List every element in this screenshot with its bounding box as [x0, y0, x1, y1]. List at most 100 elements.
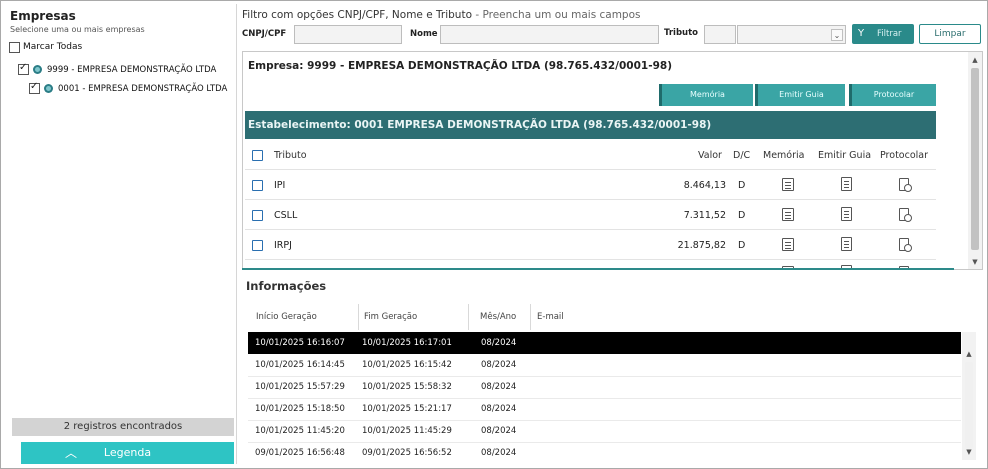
nome-input[interactable] [440, 25, 659, 44]
company-scrollbar[interactable]: ▲ ▼ [968, 52, 982, 269]
row-divider [245, 229, 936, 230]
table-row[interactable]: 10/01/2025 15:57:29 10/01/2025 15:58:32 … [248, 376, 961, 398]
row-inicio: 09/01/2025 16:56:48 [255, 448, 345, 458]
table-row[interactable]: 10/01/2025 16:16:07 10/01/2025 16:17:01 … [248, 332, 961, 354]
records-count: 2 registros encontrados [12, 418, 234, 436]
tributo-checkbox-ipi[interactable] [252, 180, 263, 191]
row-fim: 10/01/2025 15:21:17 [362, 404, 452, 414]
tributo-name: IRPJ [274, 240, 292, 251]
row-fim: 09/01/2025 16:56:52 [362, 448, 452, 458]
info-title: Informações [246, 279, 327, 293]
legend-button-label: Legenda [103, 446, 152, 459]
scroll-down-icon[interactable]: ▼ [968, 256, 982, 268]
scroll-down-icon[interactable]: ▼ [962, 446, 976, 458]
table-row[interactable]: 09/01/2025 16:56:48 09/01/2025 16:56:52 … [248, 442, 961, 464]
row-inicio: 10/01/2025 15:18:50 [255, 404, 345, 414]
col-mes: Mês/Ano [480, 312, 517, 322]
row-mes: 08/2024 [481, 338, 517, 348]
row-fim: 10/01/2025 11:45:29 [362, 426, 452, 436]
scroll-thumb[interactable] [971, 68, 979, 250]
tributo-checkbox-irpj[interactable] [252, 240, 263, 251]
scroll-thumb[interactable] [965, 362, 973, 448]
select-all-checkbox[interactable] [9, 42, 20, 53]
tributo-dc: D [738, 210, 746, 221]
col-separator[interactable] [530, 304, 531, 330]
row-mes: 08/2024 [481, 382, 517, 392]
col-separator[interactable] [468, 304, 469, 330]
company-panel: Empresa: 9999 - EMPRESA DEMONSTRAÇÃO LTD… [242, 51, 983, 270]
row-divider [245, 169, 936, 170]
scroll-up-icon[interactable]: ▲ [962, 348, 976, 360]
tree-item-branch[interactable]: 0001 - EMPRESA DEMONSTRAÇÃO LTDA [58, 84, 227, 94]
protocolar-icon[interactable] [899, 238, 912, 252]
col-emitir-guia: Emitir Guia [818, 150, 872, 161]
nome-label: Nome [410, 29, 438, 39]
info-scrollbar[interactable]: ▲ ▼ [962, 332, 976, 460]
table-row[interactable]: 10/01/2025 11:45:20 10/01/2025 11:45:29 … [248, 420, 961, 442]
clear-button[interactable]: Limpar [919, 24, 981, 44]
table-row[interactable]: 10/01/2025 16:14:45 10/01/2025 16:15:42 … [248, 354, 961, 376]
tributo-valor: 21.875,82 [677, 240, 726, 251]
protocolar-icon[interactable] [899, 208, 912, 222]
row-fim: 10/01/2025 15:58:32 [362, 382, 452, 392]
row-divider [245, 259, 936, 260]
panel-divider [242, 268, 954, 270]
emitir-guia-icon[interactable] [841, 177, 852, 191]
select-all-tributos-checkbox[interactable] [252, 150, 263, 161]
filter-icon: Y [858, 28, 865, 39]
row-mes: 08/2024 [481, 426, 517, 436]
emitir-guia-icon[interactable] [841, 237, 852, 251]
tributo-name: IPI [274, 180, 286, 191]
col-protocolar: Protocolar [880, 150, 929, 161]
tree-checkbox-company[interactable] [18, 62, 29, 75]
table-row[interactable]: 10/01/2025 15:18:50 10/01/2025 15:21:17 … [248, 398, 961, 420]
companies-title: Empresas [10, 9, 76, 23]
memoria-icon[interactable] [782, 208, 794, 221]
gear-icon [44, 84, 53, 93]
row-inicio: 10/01/2025 16:14:45 [255, 360, 345, 370]
tree-item-company[interactable]: 9999 - EMPRESA DEMONSTRAÇÃO LTDA [47, 65, 216, 75]
protocolar-button[interactable]: Protocolar [849, 84, 936, 106]
info-table: Início Geração Fim Geração Mês/Ano E-mai… [248, 304, 976, 464]
col-separator[interactable] [358, 304, 359, 330]
emitir-guia-button[interactable]: Emitir Guia [755, 84, 845, 106]
row-inicio: 10/01/2025 15:57:29 [255, 382, 345, 392]
tributo-select[interactable]: ⌄ [737, 25, 846, 44]
tributo-checkbox-csll[interactable] [252, 210, 263, 221]
memoria-icon[interactable] [782, 178, 794, 191]
tributo-valor: 7.311,52 [683, 210, 726, 221]
col-dc: D/C [733, 150, 751, 161]
col-tributo: Tributo [274, 150, 307, 161]
tributo-valor: 8.464,13 [683, 180, 726, 191]
row-inicio: 10/01/2025 16:16:07 [255, 338, 345, 348]
filter-title-text: Filtro com opções CNPJ/CPF, Nome e Tribu… [242, 9, 472, 21]
tributo-dc: D [738, 240, 746, 251]
col-valor: Valor [698, 150, 722, 161]
filter-hint: - Preencha um ou mais campos [472, 9, 641, 21]
filter-title: Filtro com opções CNPJ/CPF, Nome e Tribu… [242, 9, 641, 21]
memoria-icon[interactable] [782, 238, 794, 251]
scroll-up-icon[interactable]: ▲ [968, 54, 982, 66]
filter-button[interactable]: Y Filtrar [852, 24, 914, 44]
cnpj-input[interactable] [294, 25, 402, 44]
row-mes: 08/2024 [481, 404, 517, 414]
row-inicio: 10/01/2025 11:45:20 [255, 426, 345, 436]
companies-panel: Empresas Selecione uma ou mais empresas … [3, 4, 237, 464]
filter-button-label: Filtrar [877, 29, 902, 39]
protocolar-icon[interactable] [899, 178, 912, 192]
tree-checkbox-branch[interactable] [29, 81, 40, 94]
row-fim: 10/01/2025 16:15:42 [362, 360, 452, 370]
gear-icon [33, 65, 42, 74]
memoria-button[interactable]: Memória [659, 84, 753, 106]
emitir-guia-icon[interactable] [841, 207, 852, 221]
select-all-label: Marcar Todas [23, 42, 83, 52]
tributo-dc: D [738, 180, 746, 191]
legend-button[interactable]: ︿ Legenda [21, 442, 234, 464]
chevron-down-icon: ⌄ [831, 29, 843, 41]
tributo-label: Tributo [664, 28, 699, 38]
companies-subtitle: Selecione uma ou mais empresas [10, 25, 145, 34]
tributo-code-input[interactable] [704, 25, 736, 44]
col-inicio: Início Geração [256, 312, 317, 322]
cnpj-label: CNPJ/CPF [242, 29, 287, 39]
tributo-name: CSLL [274, 210, 298, 221]
